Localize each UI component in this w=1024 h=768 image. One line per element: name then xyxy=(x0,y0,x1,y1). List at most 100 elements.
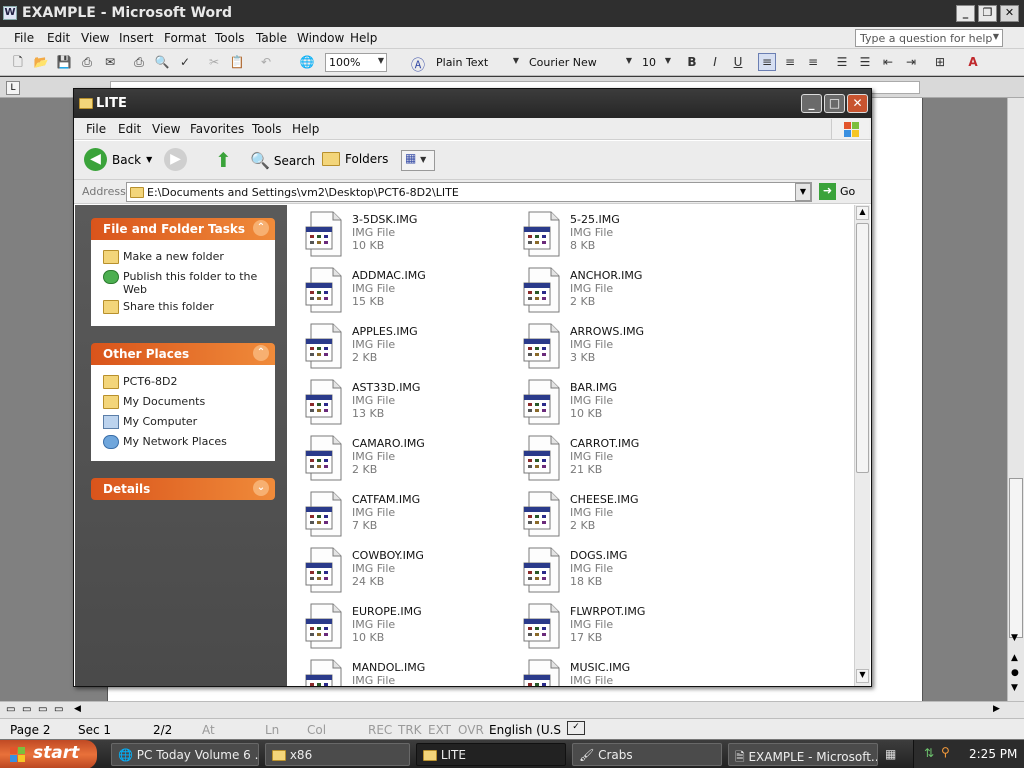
tab-selector-icon[interactable]: L xyxy=(6,81,20,95)
folders-button[interactable]: Folders xyxy=(322,152,388,166)
status-ext[interactable]: EXT xyxy=(428,723,451,737)
numbering-icon[interactable]: ☰ xyxy=(833,53,851,71)
close-button[interactable]: ✕ xyxy=(1000,5,1019,22)
file-item[interactable]: 5-25.IMG IMG File 8 KB xyxy=(513,209,723,261)
file-item[interactable]: CATFAM.IMG IMG File 7 KB xyxy=(295,489,505,541)
print-preview-icon[interactable]: 🔍 xyxy=(153,53,171,71)
file-item[interactable]: CHEESE.IMG IMG File 2 KB xyxy=(513,489,723,541)
explorer-menu-view[interactable]: View xyxy=(152,122,180,136)
scroll-down-icon[interactable]: ▼ xyxy=(856,669,869,683)
file-item[interactable]: ANCHOR.IMG IMG File 2 KB xyxy=(513,265,723,317)
status-rec[interactable]: REC xyxy=(368,723,392,737)
styles-formatting-icon[interactable]: Ⓐ xyxy=(411,55,425,75)
explorer-close-button[interactable]: ✕ xyxy=(847,94,868,113)
horizontal-scrollbar[interactable]: ▭ ▭ ▭ ▭ ◀ ▶ xyxy=(0,701,1024,718)
keyboard-icon[interactable]: ▦ xyxy=(885,747,896,761)
task-crabs[interactable]: 🖌 Crabs xyxy=(572,743,722,766)
file-item[interactable]: DOGS.IMG IMG File 18 KB xyxy=(513,545,723,597)
views-button[interactable]: ▦ ▼ xyxy=(401,150,435,171)
address-input[interactable]: E:\Documents and Settings\vm2\Desktop\PC… xyxy=(126,182,812,202)
menu-view[interactable]: View xyxy=(81,31,109,45)
save-icon[interactable]: 💾 xyxy=(55,53,73,71)
align-center-icon[interactable]: ≡ xyxy=(781,53,799,71)
up-folder-icon[interactable]: ⬆ xyxy=(215,148,232,172)
italic-icon[interactable]: I xyxy=(706,53,724,71)
file-item[interactable]: FLWRPOT.IMG IMG File 17 KB xyxy=(513,601,723,653)
undo-icon[interactable]: ↶ xyxy=(257,53,275,71)
border-icon[interactable]: ⊞ xyxy=(931,53,949,71)
permission-icon[interactable]: ⎙ xyxy=(78,53,96,71)
menu-edit[interactable]: Edit xyxy=(47,31,70,45)
file-item[interactable]: MUSIC.IMG IMG File xyxy=(513,657,723,686)
scroll-down-icon[interactable]: ▼ xyxy=(1011,633,1018,643)
bullets-icon[interactable]: ☰ xyxy=(856,53,874,71)
explorer-menu-help[interactable]: Help xyxy=(292,122,319,136)
font-size-select[interactable]: 10 ▼ xyxy=(638,53,674,72)
share-folder-link[interactable]: Share this folder xyxy=(103,300,214,314)
file-item[interactable]: COWBOY.IMG IMG File 24 KB xyxy=(295,545,505,597)
increase-indent-icon[interactable]: ⇥ xyxy=(902,53,920,71)
cut-icon[interactable]: ✂ xyxy=(205,53,223,71)
explorer-minimize-button[interactable]: _ xyxy=(801,94,822,113)
network-tray-icon[interactable]: ⇅ xyxy=(924,746,934,760)
chevron-down-icon[interactable]: ▼ xyxy=(146,155,152,164)
start-button[interactable]: start xyxy=(0,740,97,768)
chevron-down-icon[interactable]: ▼ xyxy=(993,32,999,41)
status-trk[interactable]: TRK xyxy=(398,723,422,737)
file-item[interactable]: EUROPE.IMG IMG File 10 KB xyxy=(295,601,505,653)
go-button[interactable]: ➜ Go xyxy=(819,183,855,200)
print-layout-view-icon[interactable]: ▭ xyxy=(38,704,47,715)
explorer-scroll-thumb[interactable] xyxy=(856,223,869,473)
scroll-right-icon[interactable]: ▶ xyxy=(993,704,1000,714)
word-app-icon[interactable]: W xyxy=(3,6,17,20)
place-my-documents[interactable]: My Documents xyxy=(103,395,205,409)
select-browse-object-icon[interactable]: ● xyxy=(1011,668,1019,678)
explorer-menu-tools[interactable]: Tools xyxy=(252,122,282,136)
bold-icon[interactable]: B xyxy=(683,53,701,71)
menu-insert[interactable]: Insert xyxy=(119,31,153,45)
explorer-vertical-scrollbar[interactable]: ▲ ▼ xyxy=(854,205,870,686)
align-left-icon[interactable]: ≡ xyxy=(758,53,776,71)
forward-button[interactable]: ▶ xyxy=(164,148,187,171)
font-select[interactable]: Courier New ▼ xyxy=(525,53,635,72)
file-item[interactable]: ARROWS.IMG IMG File 3 KB xyxy=(513,321,723,373)
spelling-status-icon[interactable]: ✓ xyxy=(567,721,585,735)
details-header[interactable]: Details ⌄ xyxy=(91,478,275,500)
place-my-computer[interactable]: My Computer xyxy=(103,415,197,429)
scroll-up-icon[interactable]: ▲ xyxy=(856,206,869,220)
place-pct6-8d2[interactable]: PCT6-8D2 xyxy=(103,375,177,389)
file-item[interactable]: CAMARO.IMG IMG File 2 KB xyxy=(295,433,505,485)
decrease-indent-icon[interactable]: ⇤ xyxy=(879,53,897,71)
task-pc-today[interactable]: 🌐 PC Today Volume 6 ... xyxy=(111,743,259,766)
file-item[interactable]: MANDOL.IMG IMG File xyxy=(295,657,505,686)
web-layout-view-icon[interactable]: ▭ xyxy=(22,704,31,715)
menu-file[interactable]: File xyxy=(14,31,34,45)
file-item[interactable]: AST33D.IMG IMG File 13 KB xyxy=(295,377,505,429)
explorer-menu-edit[interactable]: Edit xyxy=(118,122,141,136)
scroll-thumb[interactable] xyxy=(1009,478,1023,638)
publish-to-web-link[interactable]: Publish this folder to the Web xyxy=(103,270,263,296)
email-icon[interactable]: ✉ xyxy=(101,53,119,71)
file-item[interactable]: APPLES.IMG IMG File 2 KB xyxy=(295,321,505,373)
collapse-icon[interactable]: ⌃ xyxy=(253,220,269,236)
font-color-icon[interactable]: A xyxy=(964,53,982,71)
place-my-network-places[interactable]: My Network Places xyxy=(103,435,227,449)
outline-view-icon[interactable]: ▭ xyxy=(54,704,63,715)
zoom-select[interactable]: 100% ▼ xyxy=(325,53,387,72)
search-button[interactable]: 🔍 Search xyxy=(250,151,315,170)
underline-icon[interactable]: U xyxy=(729,53,747,71)
previous-page-icon[interactable]: ▲ xyxy=(1011,653,1018,663)
open-icon[interactable]: 📂 xyxy=(32,53,50,71)
make-new-folder-link[interactable]: Make a new folder xyxy=(103,250,224,264)
next-page-icon[interactable]: ▼ xyxy=(1011,683,1018,693)
menu-format[interactable]: Format xyxy=(164,31,206,45)
help-question-input[interactable]: Type a question for help ▼ xyxy=(855,29,1003,47)
print-icon[interactable]: ⎙ xyxy=(130,53,148,71)
file-item[interactable]: BAR.IMG IMG File 10 KB xyxy=(513,377,723,429)
menu-tools[interactable]: Tools xyxy=(215,31,245,45)
other-places-header[interactable]: Other Places ⌃ xyxy=(91,343,275,365)
normal-view-icon[interactable]: ▭ xyxy=(6,704,15,715)
clock[interactable]: 2:25 PM xyxy=(969,747,1017,761)
task-lite[interactable]: LITE xyxy=(416,743,566,766)
vertical-scrollbar[interactable]: ▼ ▲ ● ▼ xyxy=(1007,98,1024,701)
